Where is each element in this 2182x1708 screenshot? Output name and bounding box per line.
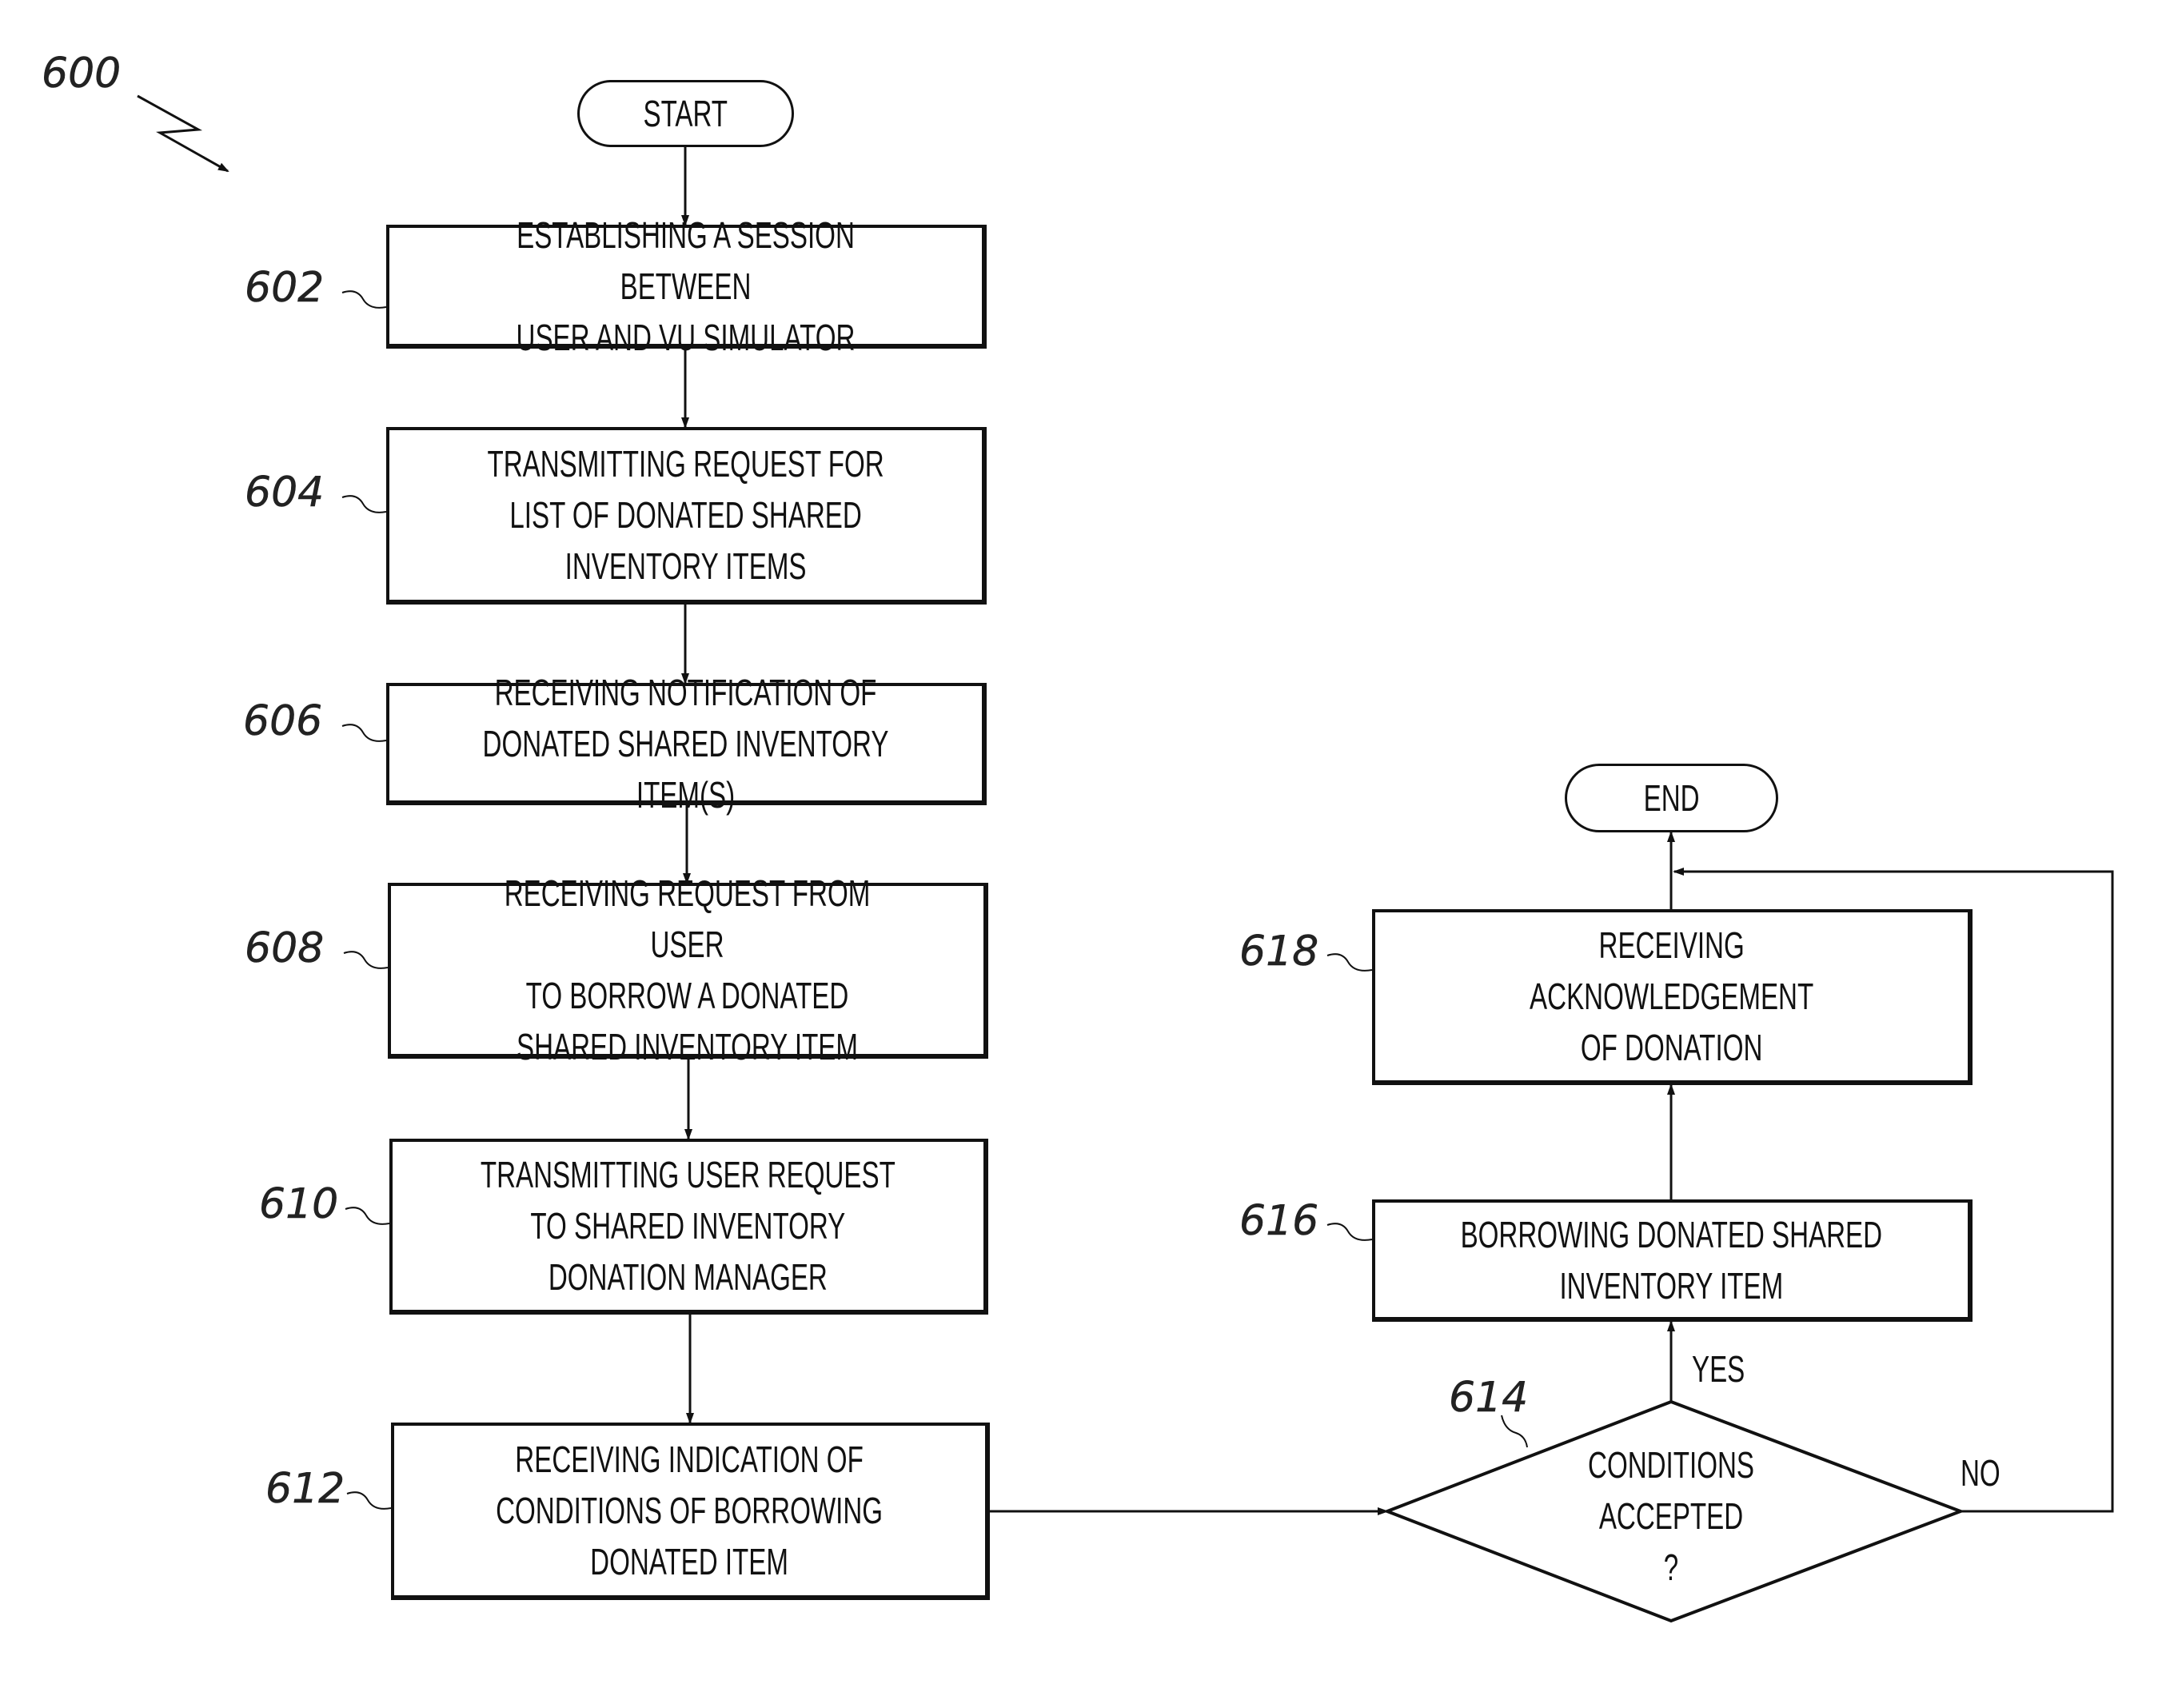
step-616-text: BORROWING DONATED SHARED INVENTORY ITEM	[1460, 1213, 1883, 1307]
decision-614-ref: 614	[1449, 1374, 1529, 1423]
step-602-text: ESTABLISHING A SESSION BETWEEN USER AND …	[516, 214, 856, 358]
step-608-text: RECEIVING REQUEST FROM USER TO BORROW A …	[504, 872, 871, 1068]
step-610-text: TRANSMITTING USER REQUEST TO SHARED INVE…	[481, 1154, 896, 1298]
yes-label: YES	[1692, 1348, 1745, 1390]
start-terminal: START	[577, 80, 794, 147]
leader-612	[346, 1491, 392, 1510]
leader-606	[341, 724, 387, 742]
flowchart-connectors	[137, 94, 2114, 1623]
step-606-ref: 606	[243, 697, 323, 746]
leader-618	[1326, 953, 1373, 972]
leader-602	[341, 290, 387, 309]
step-612-ref: 612	[265, 1465, 345, 1514]
end-label: END	[1643, 777, 1700, 819]
step-604-box: TRANSMITTING REQUEST FOR LIST OF DONATED…	[386, 427, 987, 605]
step-618-box: RECEIVING ACKNOWLEDGEMENT OF DONATION	[1372, 909, 1973, 1085]
step-602-box: ESTABLISHING A SESSION BETWEEN USER AND …	[386, 214, 987, 358]
decision-614-text: CONDITIONS ACCEPTED ?	[1588, 1444, 1754, 1588]
step-610-ref: 610	[259, 1180, 339, 1229]
step-612-text: RECEIVING INDICATION OF CONDITIONS OF BO…	[496, 1439, 884, 1582]
step-618-text: RECEIVING ACKNOWLEDGEMENT OF DONATION	[1529, 924, 1814, 1068]
step-604-ref: 604	[245, 469, 325, 517]
step-612-box: RECEIVING INDICATION OF CONDITIONS OF BO…	[391, 1423, 990, 1600]
step-618-ref: 618	[1239, 928, 1319, 976]
step-602-ref: 602	[245, 264, 325, 313]
step-616-ref: 616	[1239, 1197, 1319, 1246]
figure-ref-label: 600	[42, 50, 122, 98]
figure-ref-arrow	[137, 94, 229, 173]
leader-616	[1326, 1223, 1373, 1241]
end-terminal: END	[1565, 764, 1778, 832]
step-606-text: RECEIVING NOTIFICATION OF DONATED SHARED…	[482, 671, 889, 816]
step-604-text: TRANSMITTING REQUEST FOR LIST OF DONATED…	[487, 443, 884, 587]
leader-608	[343, 951, 389, 969]
step-608-ref: 608	[245, 924, 325, 973]
step-606-box: RECEIVING NOTIFICATION OF DONATED SHARED…	[386, 672, 987, 816]
step-610-box: TRANSMITTING USER REQUEST TO SHARED INVE…	[389, 1139, 988, 1315]
step-616-box: BORROWING DONATED SHARED INVENTORY ITEM	[1372, 1199, 1973, 1322]
no-label: NO	[1961, 1452, 2000, 1494]
leader-604	[341, 495, 387, 513]
leader-610	[345, 1207, 390, 1225]
start-label: START	[643, 93, 728, 134]
step-608-box: RECEIVING REQUEST FROM USER TO BORROW A …	[388, 872, 988, 1068]
